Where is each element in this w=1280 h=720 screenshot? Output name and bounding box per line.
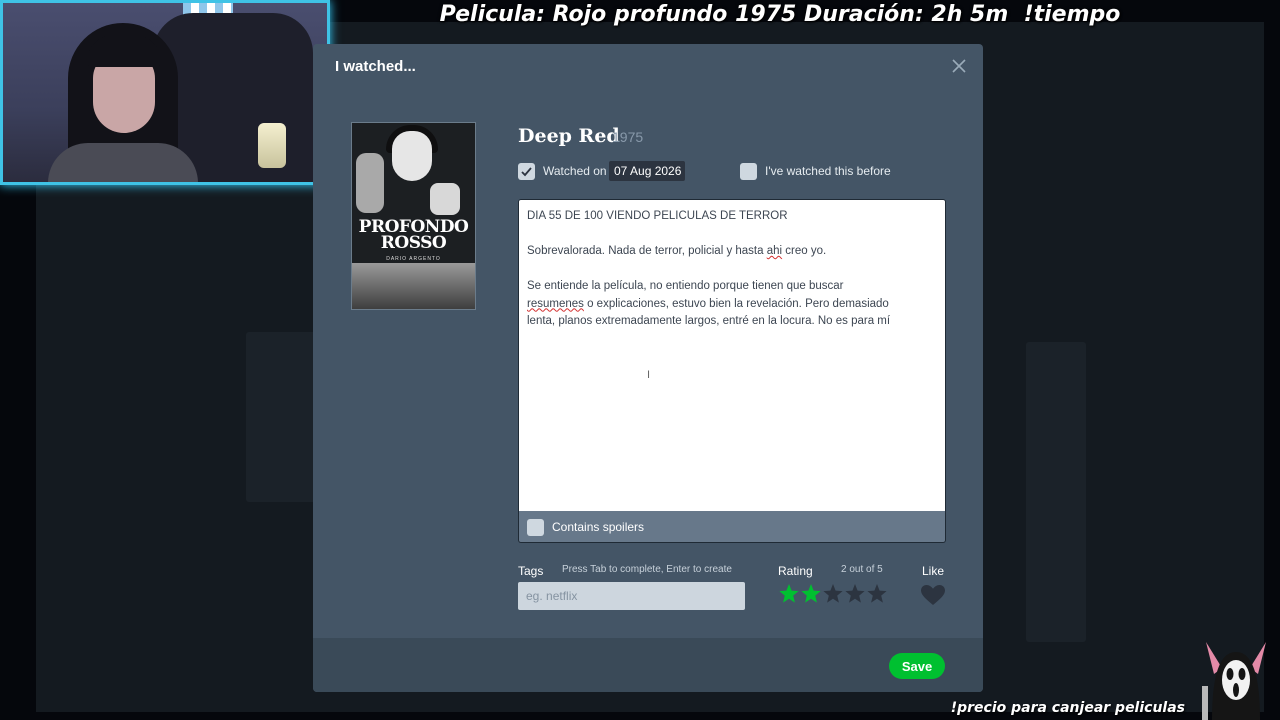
watched-date[interactable]: 07 Aug 2026 [609,161,685,181]
film-year[interactable]: 1975 [612,129,643,145]
star-icon[interactable] [866,582,888,606]
star-icon[interactable] [822,582,844,606]
lamp [258,123,286,168]
rewatch-checkbox[interactable] [740,163,757,180]
film-poster: PROFONDO ROSSO DARIO ARGENTO [351,122,476,310]
tags-input[interactable] [518,582,745,610]
backdrop-sidebar-ghost [1026,342,1086,642]
tags-hint: Press Tab to complete, Enter to create [562,564,732,575]
film-title: Deep Red [518,125,620,147]
review-line: lenta, planos extremadamente largos, ent… [527,315,891,327]
rating-stars [778,582,888,606]
ghostface-stitch-sticker [1200,634,1272,720]
tags-label: Tags [518,564,544,578]
log-film-modal: I watched... PROFONDO ROSSO DARIO ARGENT… [313,44,983,692]
review-line: Se entiende la película, no entiendo por… [527,280,844,292]
star-icon[interactable] [800,582,822,606]
contains-spoilers-checkbox[interactable] [527,519,544,536]
close-icon[interactable] [949,56,969,76]
webcam-overlay [0,0,330,185]
star-icon[interactable] [778,582,800,606]
star-icon[interactable] [844,582,866,606]
modal-title: I watched... [335,58,416,75]
rating-value: 2 out of 5 [841,564,883,575]
poster-title: PROFONDO ROSSO [358,217,469,253]
spoiler-bar: Contains spoilers [518,511,946,543]
review-line: Sobrevalorada. Nada de terror, policial … [527,245,827,257]
like-label: Like [922,564,945,578]
stream-title: Pelicula: Rojo profundo 1975 Duración: 2… [439,2,1121,27]
heart-icon[interactable] [920,584,946,606]
review-textarea[interactable]: DIA 55 DE 100 VIENDO PELICULAS DE TERROR… [518,199,946,512]
stream-stage: Pelicula: Rojo profundo 1975 Duración: 2… [0,0,1280,720]
rewatch-label: I've watched this before [765,164,891,178]
review-line: resumenes o explicaciones, estuvo bien l… [527,297,889,310]
watched-on-checkbox[interactable] [518,163,535,180]
save-button[interactable]: Save [889,653,945,679]
modal-footer: Save [313,638,983,692]
contains-spoilers-label: Contains spoilers [552,520,645,534]
text-cursor-icon: I [647,369,651,381]
rating-label: Rating [778,564,813,578]
modal-header: I watched... [313,44,983,89]
poster-director: DARIO ARGENTO [386,256,441,262]
watched-on-label: Watched on [543,164,607,178]
review-line: DIA 55 DE 100 VIENDO PELICULAS DE TERROR [527,210,788,222]
stream-footer-text: !precio para canjear peliculas [950,700,1185,716]
